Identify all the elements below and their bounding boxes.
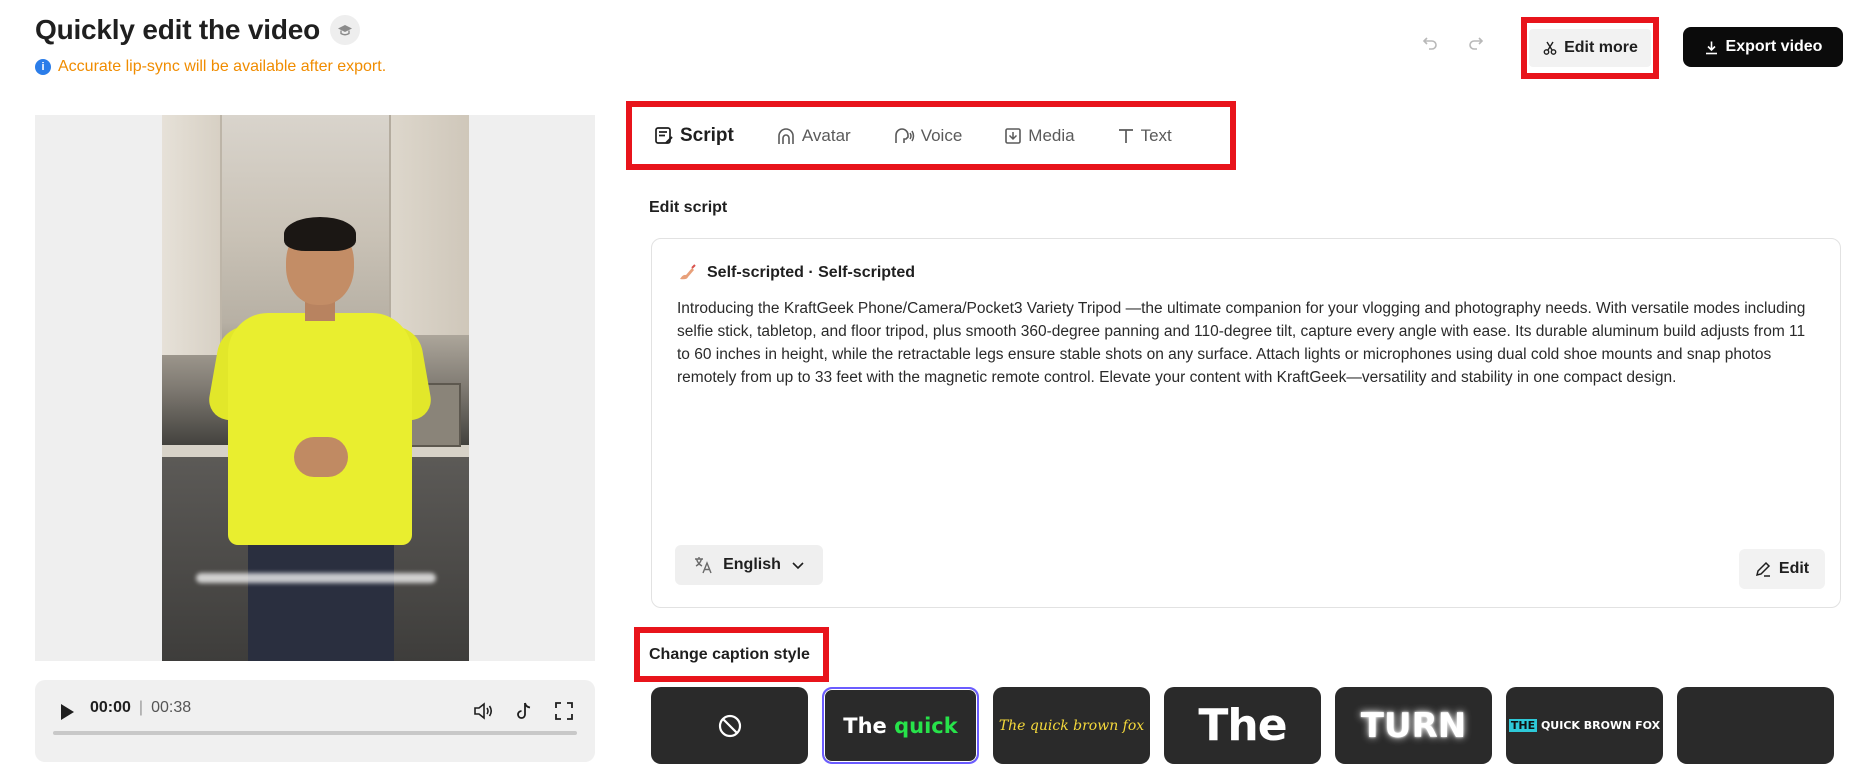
title-row: Quickly edit the video — [35, 14, 361, 46]
notice-text: Accurate lip-sync will be available afte… — [58, 58, 387, 75]
player-controls: 00:00 | 00:38 — [35, 680, 595, 762]
script-header: Self-scripted · Self-scripted — [677, 263, 915, 283]
caption-style-quick[interactable]: The quick — [822, 687, 979, 764]
voice-icon — [894, 127, 914, 143]
chevron-down-icon — [792, 562, 804, 570]
script-source: Self-scripted · Self-scripted — [707, 264, 916, 281]
video-preview[interactable] — [35, 115, 595, 661]
script-card: Self-scripted · Self-scripted Introducin… — [651, 238, 1841, 608]
kitchen-cabinet — [389, 115, 469, 335]
caption-style-brown-fox-text: The quick brown fox — [998, 717, 1145, 734]
edit-script-label: Edit script — [649, 199, 728, 216]
total-time: 00:38 — [151, 699, 192, 716]
kitchen-cabinet — [162, 115, 222, 355]
edit-more-button[interactable]: Edit more — [1529, 29, 1651, 67]
video-frame[interactable] — [162, 115, 469, 661]
edit-script-button[interactable]: Edit — [1739, 549, 1825, 589]
scissors-icon — [1543, 41, 1557, 55]
time-separator: | — [138, 699, 144, 716]
editor-tabs: Script Avatar Voice Media Text — [626, 101, 1236, 170]
volume-icon[interactable] — [470, 697, 498, 725]
time-display: 00:00 | 00:38 — [90, 699, 191, 717]
tab-voice-label: Voice — [920, 125, 963, 145]
undo-icon[interactable] — [1415, 28, 1445, 58]
export-video-button[interactable]: Export video — [1683, 27, 1843, 67]
avatar-shirt — [228, 313, 412, 545]
caption-style-big-the[interactable]: The — [1164, 687, 1321, 764]
download-icon — [1705, 41, 1717, 54]
media-icon — [1005, 127, 1022, 144]
no-caption-icon — [718, 714, 741, 737]
caption-style-turn[interactable]: TURN — [1335, 687, 1492, 764]
tab-media[interactable]: Media — [1004, 125, 1075, 146]
caption-style-blank[interactable] — [1677, 687, 1834, 764]
play-icon[interactable] — [55, 700, 79, 724]
edit-more-label: Edit more — [1564, 39, 1638, 56]
caption-style-quick-a: The — [843, 713, 887, 738]
caption-style-list: The quick The quick brown fox The TURN T… — [651, 687, 1834, 764]
script-body[interactable]: Introducing the KraftGeek Phone/Camera/P… — [677, 297, 1817, 389]
avatar-hands — [294, 437, 348, 477]
caption-overlay — [196, 573, 436, 583]
writing-hand-icon — [680, 264, 696, 280]
tab-script-label: Script — [680, 124, 734, 146]
edit-label: Edit — [1778, 560, 1810, 577]
tab-voice[interactable]: Voice — [893, 125, 963, 146]
tab-text[interactable]: Text — [1117, 126, 1172, 146]
caption-style-highlight: Change caption style — [634, 627, 829, 682]
caption-style-brown-fox[interactable]: The quick brown fox — [993, 687, 1150, 764]
tab-avatar[interactable]: Avatar — [776, 126, 851, 146]
tab-script[interactable]: Script — [654, 125, 734, 147]
page-title: Quickly edit the video — [35, 14, 321, 45]
avatar-pants — [248, 543, 394, 661]
caption-style-highlight-fox-text: THE QUICK BROWN FOX — [1508, 719, 1661, 732]
edit-more-highlight: Edit more — [1521, 17, 1659, 79]
script-icon — [655, 126, 673, 144]
caption-style-quick-b: quick — [894, 713, 958, 738]
translate-icon — [695, 557, 712, 574]
lip-sync-notice: i Accurate lip-sync will be available af… — [35, 58, 386, 76]
info-icon: i — [35, 59, 51, 75]
fullscreen-icon[interactable] — [550, 697, 578, 725]
tab-media-label: Media — [1028, 125, 1075, 145]
avatar-hair — [284, 217, 356, 251]
caption-style-quick-text: The quick — [843, 714, 957, 738]
export-label: Export video — [1725, 38, 1823, 55]
language-selector[interactable]: English — [675, 545, 823, 585]
redo-icon[interactable] — [1461, 28, 1491, 58]
pencil-icon — [1755, 561, 1770, 577]
caption-style-title: Change caption style — [649, 645, 810, 663]
language-value: English — [723, 556, 781, 573]
caption-style-big-the-text: The — [1198, 700, 1287, 751]
avatar-icon — [778, 127, 794, 144]
playback-progress[interactable] — [53, 731, 577, 735]
tab-avatar-label: Avatar — [801, 125, 851, 145]
current-time: 00:00 — [90, 699, 131, 716]
caption-style-turn-text: TURN — [1360, 705, 1467, 746]
caption-style-highlight-fox[interactable]: THE QUICK BROWN FOX — [1506, 687, 1663, 764]
caption-style-none[interactable] — [651, 687, 808, 764]
caption-style-fox-a: THE — [1508, 719, 1538, 732]
tiktok-icon[interactable] — [510, 697, 538, 725]
text-icon — [1118, 128, 1133, 143]
tab-text-label: Text — [1140, 125, 1172, 145]
caption-style-fox-b: QUICK BROWN FOX — [1537, 719, 1661, 732]
tutorial-icon[interactable] — [330, 15, 361, 45]
